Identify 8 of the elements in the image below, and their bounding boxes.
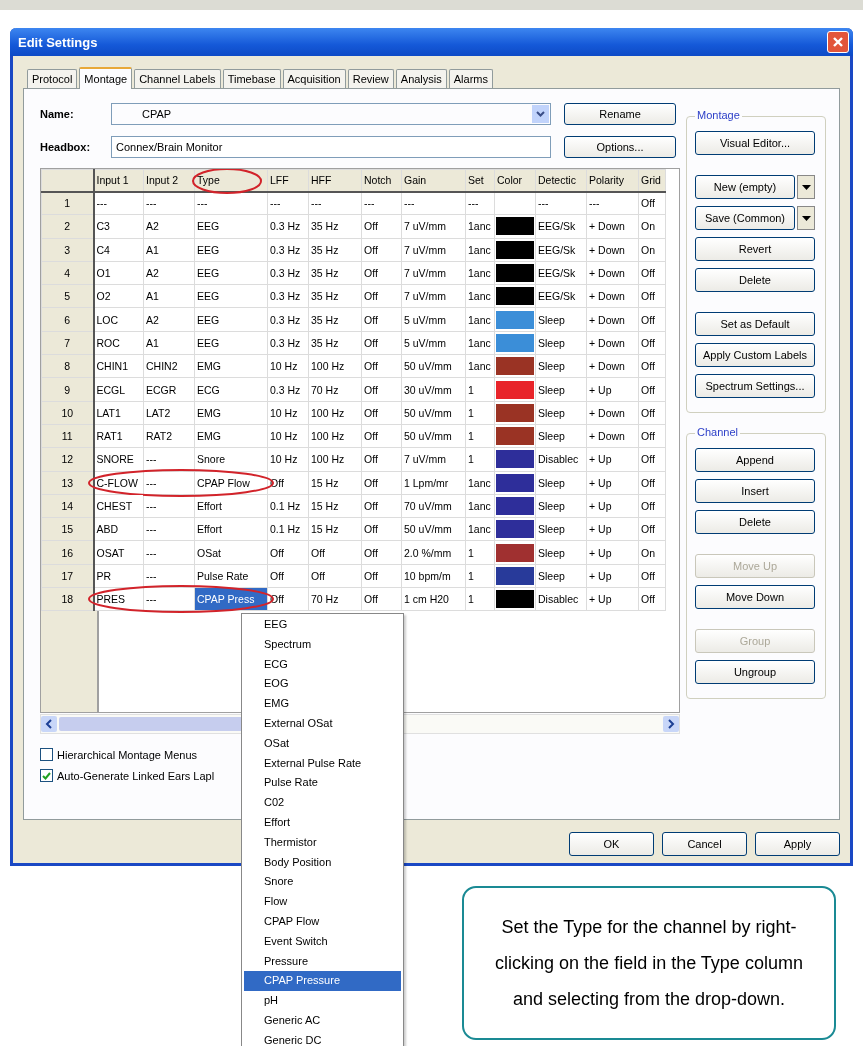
checkbox-label: Hierarchical Montage Menus bbox=[57, 748, 197, 761]
group-title: Channel bbox=[695, 426, 740, 438]
window-title: Edit Settings bbox=[18, 34, 98, 50]
headbox-label: Headbox: bbox=[40, 141, 92, 153]
checkbox-label: Auto-Generate Linked Ears Lapl bbox=[57, 769, 215, 782]
name-label: Name: bbox=[40, 108, 75, 120]
callout-text: Set the Type for the channel by right-clicking on the field in the Type column and selecting from the drop-down. bbox=[494, 916, 804, 1011]
group-title: Montage bbox=[695, 109, 742, 121]
